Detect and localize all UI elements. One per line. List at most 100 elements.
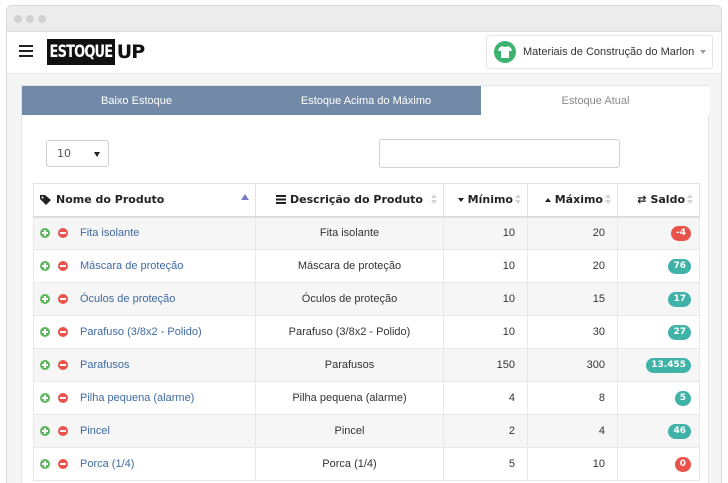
- col-min-label: Mínimo: [467, 193, 513, 207]
- max-cell: 20: [527, 249, 618, 283]
- page-size-select[interactable]: 10: [46, 140, 109, 167]
- remove-circle-icon[interactable]: [58, 294, 68, 305]
- add-circle-icon[interactable]: [40, 393, 50, 404]
- saldo-badge: 76: [668, 259, 691, 274]
- min-cell: 2: [443, 414, 528, 448]
- min-cell: 10: [443, 282, 528, 316]
- sort-icon: [605, 194, 611, 204]
- product-link[interactable]: Máscara de proteção: [80, 260, 183, 272]
- tags-icon: [40, 194, 51, 205]
- add-circle-icon[interactable]: [40, 294, 50, 305]
- stock-table: Nome do Produto Descrição do Produto Mín…: [33, 183, 700, 481]
- min-cell: 4: [443, 381, 528, 415]
- table-row: Óculos de proteção Óculos de proteção 10 15…: [33, 282, 700, 316]
- col-header-max[interactable]: Máximo: [527, 183, 618, 218]
- remove-circle-icon[interactable]: [58, 327, 68, 338]
- sort-icon: [687, 194, 693, 204]
- col-header-name[interactable]: Nome do Produto: [33, 183, 256, 218]
- saldo-badge: 13.455: [646, 358, 691, 373]
- remove-circle-icon[interactable]: [58, 228, 68, 239]
- saldo-cell: 13.455: [617, 348, 700, 382]
- col-header-min[interactable]: Mínimo: [443, 183, 528, 218]
- remove-circle-icon[interactable]: [58, 393, 68, 404]
- table-row: Fita isolante Fita isolante 10 20 -4: [33, 216, 700, 250]
- page-size-value: 10: [57, 147, 71, 160]
- add-circle-icon[interactable]: [40, 228, 50, 239]
- col-header-saldo[interactable]: ⇄ Saldo: [617, 183, 700, 218]
- product-description-cell: Porca (1/4): [255, 447, 444, 481]
- max-cell: 4: [527, 414, 618, 448]
- col-name-label: Nome do Produto: [56, 193, 165, 207]
- window-titlebar: [7, 6, 721, 32]
- add-circle-icon[interactable]: [40, 360, 50, 371]
- caret-up-icon: [544, 197, 551, 202]
- top-navbar: ESTOQUE UP Materiais de Construção do Ma…: [7, 32, 721, 74]
- product-link[interactable]: Parafuso (3/8x2 - Polido): [80, 326, 202, 338]
- add-circle-icon[interactable]: [40, 327, 50, 338]
- remove-circle-icon[interactable]: [58, 459, 68, 470]
- product-description-cell: Máscara de proteção: [255, 249, 444, 283]
- max-cell: 30: [527, 315, 618, 349]
- saldo-badge: 5: [674, 391, 691, 406]
- product-description-cell: Pilha pequena (alarme): [255, 381, 444, 415]
- tab-estoque-atual[interactable]: Estoque Atual: [481, 86, 710, 115]
- min-cell: 5: [443, 447, 528, 481]
- table-row: Máscara de proteção Máscara de proteção 10…: [33, 249, 700, 283]
- saldo-cell: 46: [617, 414, 700, 448]
- saldo-cell: 0: [617, 447, 700, 481]
- remove-circle-icon[interactable]: [58, 261, 68, 272]
- window-close-dot[interactable]: [14, 15, 22, 23]
- table-row: Pilha pequena (alarme) Pilha pequena (ala…: [33, 381, 700, 415]
- product-description-cell: Parafuso (3/8x2 - Polido): [255, 315, 444, 349]
- sort-ascending-icon: [241, 194, 249, 200]
- caret-down-icon: [457, 197, 464, 202]
- window-minimize-dot[interactable]: [26, 15, 34, 23]
- list-icon: [275, 195, 286, 205]
- app-logo[interactable]: ESTOQUE UP: [47, 38, 145, 65]
- saldo-badge: -4: [671, 226, 691, 242]
- shirt-icon: [494, 41, 516, 63]
- product-name-cell: Porca (1/4): [33, 447, 256, 481]
- min-cell: 10: [443, 216, 528, 250]
- product-name-cell: Parafuso (3/8x2 - Polido): [33, 315, 256, 349]
- window-maximize-dot[interactable]: [38, 15, 46, 23]
- add-circle-icon[interactable]: [40, 459, 50, 470]
- search-input[interactable]: [379, 139, 620, 168]
- tab-baixo-estoque[interactable]: Baixo Estoque: [22, 86, 251, 115]
- add-circle-icon[interactable]: [40, 261, 50, 272]
- max-cell: 10: [527, 447, 618, 481]
- product-name-cell: Parafusos: [33, 348, 256, 382]
- product-name-cell: Pilha pequena (alarme): [33, 381, 256, 415]
- product-link[interactable]: Fita isolante: [80, 227, 139, 239]
- product-link[interactable]: Óculos de proteção: [80, 293, 175, 305]
- remove-circle-icon[interactable]: [58, 426, 68, 437]
- tab-estoque-acima-maximo[interactable]: Estoque Acima do Máximo: [251, 86, 481, 115]
- table-row: Parafuso (3/8x2 - Polido) Parafuso (3/8x2…: [33, 315, 700, 349]
- min-cell: 150: [443, 348, 528, 382]
- col-header-desc[interactable]: Descrição do Produto: [255, 183, 444, 218]
- max-cell: 20: [527, 216, 618, 250]
- remove-circle-icon[interactable]: [58, 360, 68, 371]
- app-window: ESTOQUE UP Materiais de Construção do Ma…: [6, 5, 722, 483]
- sort-icon: [431, 194, 437, 204]
- add-circle-icon[interactable]: [40, 426, 50, 437]
- product-description-cell: Óculos de proteção: [255, 282, 444, 316]
- product-link[interactable]: Porca (1/4): [80, 458, 134, 470]
- saldo-badge: 17: [668, 292, 691, 307]
- product-link[interactable]: Parafusos: [80, 359, 130, 371]
- chevron-down-icon: [700, 50, 707, 54]
- store-selector[interactable]: Materiais de Construção do Marlon: [486, 35, 713, 69]
- stock-tabs: Baixo Estoque Estoque Acima do Máximo Es…: [22, 86, 710, 115]
- logo-suffix: UP: [116, 40, 145, 63]
- min-cell: 10: [443, 249, 528, 283]
- product-link[interactable]: Pincel: [80, 425, 110, 437]
- table-header-row: Nome do Produto Descrição do Produto Mín…: [33, 183, 700, 218]
- dropdown-arrow-icon: [94, 152, 100, 157]
- col-saldo-label: Saldo: [650, 193, 685, 207]
- product-link[interactable]: Pilha pequena (alarme): [80, 392, 194, 404]
- logo-text: ESTOQUE: [47, 38, 115, 65]
- hamburger-menu-icon[interactable]: [19, 45, 33, 57]
- table-row: Parafusos Parafusos 150 300 13.455: [33, 348, 700, 382]
- sort-icon: [515, 194, 521, 204]
- exchange-icon: ⇄: [637, 193, 647, 207]
